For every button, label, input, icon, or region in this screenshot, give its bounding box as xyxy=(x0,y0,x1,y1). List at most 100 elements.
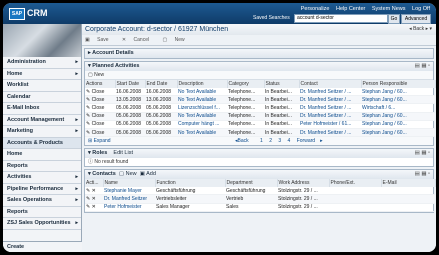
contact-link[interactable]: Dr. Manfred Seitzer / ... xyxy=(299,112,361,121)
responsible-link[interactable]: Stephan Jang / 60... xyxy=(361,88,435,97)
new-button[interactable]: ▢ New xyxy=(162,37,190,43)
contact-name-link[interactable]: Dr. Manfred Seitzer xyxy=(103,194,155,204)
page-3-link[interactable]: 3 xyxy=(278,138,281,144)
sidebar-item-reports-2[interactable]: Reports xyxy=(3,207,81,218)
page-4-link[interactable]: 4 xyxy=(288,138,291,144)
save-button[interactable]: ▣ Save xyxy=(85,37,115,43)
table-row[interactable]: ✎ Close 13.05.2008 13.06.2008 No Text Av… xyxy=(85,95,435,105)
delete-icon[interactable]: ✕ xyxy=(92,196,96,202)
new-activity-button[interactable]: ▢ New xyxy=(88,72,104,78)
column-header[interactable]: Phone/Ext. xyxy=(329,179,382,188)
sidebar-item-reports[interactable]: Reports xyxy=(3,161,81,172)
responsible-link[interactable]: Stephan Jang / 60... xyxy=(361,120,435,129)
close-action[interactable]: ✎ Close xyxy=(85,112,115,121)
back-navigation[interactable]: ◂ Back ▸ ▾ xyxy=(409,24,432,35)
column-header[interactable]: End Date xyxy=(145,80,178,88)
sidebar-item-administration[interactable]: Administration ▸ xyxy=(3,57,81,69)
table-row[interactable]: ✎ ✕ Dr. Manfred Seitzer Vertriebsleiter … xyxy=(85,194,435,204)
sidebar-item-worklist[interactable]: Worklist xyxy=(3,80,81,92)
help-center-link[interactable]: Help Center xyxy=(336,6,365,12)
section-tools[interactable]: ▤ ▦ ▫ xyxy=(415,149,430,158)
description-link[interactable]: No Text Available xyxy=(177,95,227,105)
action-label[interactable]: Close xyxy=(92,97,105,103)
close-action[interactable]: ✎ Close xyxy=(85,120,115,129)
description-link[interactable]: No Text Available xyxy=(177,88,227,97)
contact-link[interactable]: Dr. Manfred Seitzer / ... xyxy=(299,128,361,138)
action-label[interactable]: Close xyxy=(92,105,105,111)
close-action[interactable]: ✎ Close xyxy=(85,95,115,105)
column-header[interactable]: Contact xyxy=(299,80,362,88)
column-header[interactable]: Name xyxy=(103,179,156,188)
go-button[interactable]: Go xyxy=(388,14,400,24)
create-link[interactable]: Create xyxy=(3,241,85,252)
contact-link[interactable]: Dr. Manfred Seitzer / ... xyxy=(299,95,361,105)
action-label[interactable]: Close xyxy=(92,130,105,136)
pencil-icon[interactable]: ✎ xyxy=(86,113,90,119)
description-link[interactable]: No Text Available xyxy=(177,112,227,121)
table-row[interactable]: ✎ Close 05.06.2008 05.06.2008 No Text Av… xyxy=(85,112,435,121)
log-off-link[interactable]: Log Off xyxy=(412,6,430,12)
column-header[interactable]: Department xyxy=(225,179,278,188)
table-row[interactable]: ✎ Close 05.06.2008 05.06.2008 Computer h… xyxy=(85,120,435,129)
action-label[interactable]: Close xyxy=(92,89,105,95)
delete-icon[interactable]: ✕ xyxy=(92,188,96,194)
table-row[interactable]: ✎ Close 16.06.2008 16.06.2008 No Text Av… xyxy=(85,88,435,97)
sidebar-item-pipeline-performance[interactable]: Pipeline Performance ▸ xyxy=(3,184,81,195)
column-header[interactable]: Acti... xyxy=(85,179,104,188)
responsible-link[interactable]: Stephan Jang / 60... xyxy=(361,112,435,121)
table-row[interactable]: ✎ ✕ Peter Hofmeister Sales Manager Sales… xyxy=(85,203,435,212)
add-contact-button[interactable]: ▣ Add xyxy=(140,171,156,177)
responsible-link[interactable]: Stephan Jang / 60... xyxy=(361,128,435,138)
sidebar-item-home[interactable]: Home ▸ xyxy=(3,69,81,80)
contact-link[interactable]: Peter Hofmeister / 61... xyxy=(299,120,361,129)
table-row[interactable]: ✎ Close 05.06.2008 05.06.2008 Lizenzschl… xyxy=(85,103,435,113)
section-tools[interactable]: ▤ ▦ ▫ xyxy=(415,62,430,71)
column-header[interactable]: Description xyxy=(177,80,228,88)
column-header[interactable]: Start Date xyxy=(115,80,146,88)
edit-icon[interactable]: ✎ xyxy=(86,204,90,210)
responsible-link[interactable]: Wirtschaft / 6... xyxy=(361,103,435,113)
column-header[interactable]: Function xyxy=(155,179,226,188)
sidebar-item-home-2[interactable]: Home xyxy=(3,149,81,161)
section-tools[interactable]: ▤ ▦ ▫ xyxy=(415,170,430,179)
personalize-link[interactable]: Personalize xyxy=(301,6,330,12)
new-contact-button[interactable]: ▢ New xyxy=(119,171,137,177)
description-link[interactable]: Lizenzschlüssel f... xyxy=(177,103,227,113)
contact-link[interactable]: Dr. Manfred Seitzer / ... xyxy=(299,88,361,97)
sidebar-item-zsj-sales-opportunities[interactable]: ZSJ Sales Opportunities ▸ xyxy=(3,218,81,230)
roles-header[interactable]: ▾ Roles Edit List ▤ ▦ ▫ xyxy=(85,149,433,159)
expand-link[interactable]: ⊞ Expand xyxy=(88,138,111,144)
saved-search-select[interactable]: account d-sector xyxy=(294,14,388,23)
planned-activities-header[interactable]: ▾ Planned Activities ▤ ▦ ▫ xyxy=(85,62,433,71)
row-actions[interactable]: ✎ ✕ xyxy=(85,203,103,212)
sidebar-item-activities[interactable]: Activities ▸ xyxy=(3,172,81,184)
sidebar-item-account-management[interactable]: Account Management ▸ xyxy=(3,115,81,126)
edit-list-button[interactable]: Edit List xyxy=(113,150,133,156)
column-header[interactable]: Person Responsible xyxy=(361,80,436,88)
edit-icon[interactable]: ✎ xyxy=(86,188,90,194)
column-header[interactable]: E-Mail xyxy=(381,179,436,188)
pencil-icon[interactable]: ✎ xyxy=(86,89,90,95)
description-link[interactable]: Computer hängt ... xyxy=(177,120,227,129)
pencil-icon[interactable]: ✎ xyxy=(86,97,90,103)
page-2-link[interactable]: 2 xyxy=(269,138,272,144)
column-header[interactable]: Category xyxy=(227,80,265,88)
contact-link[interactable]: Dr. Manfred Seitzer / ... xyxy=(299,103,361,113)
advanced-button[interactable]: Advanced xyxy=(401,14,431,24)
contact-name-link[interactable]: Peter Hofmeister xyxy=(103,203,155,212)
sidebar-item-accounts-products[interactable]: Accounts & Products xyxy=(3,137,81,149)
close-action[interactable]: ✎ Close xyxy=(85,88,115,97)
responsible-link[interactable]: Stephan Jang / 60... xyxy=(361,95,435,105)
sidebar-item-calendar[interactable]: Calendar xyxy=(3,92,81,103)
pencil-icon[interactable]: ✎ xyxy=(86,130,90,136)
account-details-header[interactable]: ▸ Account Details xyxy=(85,49,433,58)
sidebar-item-marketing[interactable]: Marketing ▸ xyxy=(3,126,81,138)
close-action[interactable]: ✎ Close xyxy=(85,103,115,113)
sidebar-item-sales-operations[interactable]: Sales Operations ▸ xyxy=(3,195,81,207)
edit-icon[interactable]: ✎ xyxy=(86,196,90,202)
row-actions[interactable]: ✎ ✕ xyxy=(85,194,103,204)
contact-name-link[interactable]: Stephanie Mayer xyxy=(103,187,155,196)
pager-back-button[interactable]: ◂Back xyxy=(235,138,254,144)
delete-icon[interactable]: ✕ xyxy=(92,204,96,210)
close-action[interactable]: ✎ Close xyxy=(85,128,115,138)
